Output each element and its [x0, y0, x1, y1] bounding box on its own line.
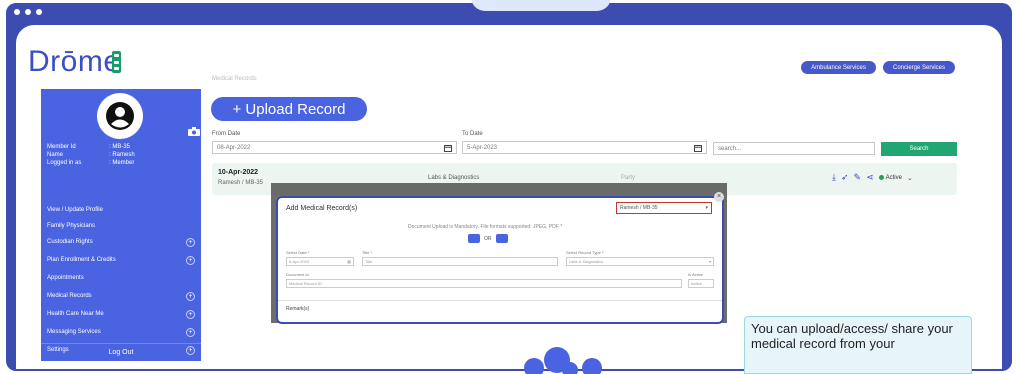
calendar-icon: ▦ — [347, 259, 351, 264]
calendar-icon[interactable] — [694, 144, 702, 152]
record-type-label: Select Record Type * — [566, 250, 604, 255]
record-date: 10-Apr-2022 — [218, 169, 259, 176]
plus-icon[interactable]: + — [186, 237, 195, 247]
doc-id-field[interactable]: Medical Record ID — [286, 279, 682, 288]
status-text: Active — [885, 174, 902, 181]
edit-icon[interactable]: ✎ — [854, 172, 862, 183]
top-tab-decoration — [471, 0, 611, 11]
sidebar-item-health-care[interactable]: Health Care Near Me + — [41, 305, 201, 323]
from-date-value: 08-Apr-2022 — [217, 144, 251, 151]
member-id-label: Member Id — [47, 144, 76, 150]
member-select-value: Ramesh / MB-35 — [620, 205, 658, 211]
search-button[interactable]: Search — [881, 142, 957, 156]
record-party: Party — [621, 175, 636, 181]
send-icon[interactable]: ➶ — [841, 172, 849, 183]
modal-title: Add Medical Record(s) — [286, 205, 358, 212]
title-field[interactable]: Title — [362, 257, 558, 266]
file-upload-button[interactable] — [495, 234, 508, 243]
record-date-value: 5-Apr-2023 — [289, 259, 310, 264]
plus-icon[interactable]: + — [186, 255, 195, 265]
sidebar-item-label: Health Care Near Me — [47, 311, 104, 317]
from-date-label: From Date — [212, 131, 241, 137]
search-input[interactable]: search... — [713, 142, 875, 155]
is-active-label: Is Active — [688, 272, 703, 277]
sidebar-item-plan[interactable]: Plan Enrollment & Credits + — [41, 251, 201, 269]
title-label: Title * — [362, 250, 373, 255]
doc-id-label: Document Id — [286, 272, 309, 277]
camera-icon[interactable] — [188, 127, 200, 136]
upload-note: Document Upload is Mandatory. File forma… — [408, 224, 563, 230]
from-date-field[interactable]: 08-Apr-2022 — [212, 141, 457, 154]
member-select[interactable]: Ramesh / MB-35 ▾ — [616, 202, 712, 214]
window-dot[interactable] — [36, 9, 42, 15]
sidebar-item-label: Custodian Rights — [47, 239, 93, 245]
help-tooltip: You can upload/access/ share your medica… — [744, 316, 972, 374]
sidebar-item-label: Appointments — [47, 275, 84, 281]
ambulance-services-button[interactable]: Ambulance Services — [801, 61, 876, 74]
upload-record-button[interactable]: + Upload Record — [211, 97, 367, 121]
sidebar-item-appointments[interactable]: Appointments — [41, 269, 201, 287]
sidebar-item-medical-records[interactable]: Medical Records + — [41, 287, 201, 305]
camera-upload-button[interactable] — [468, 234, 480, 243]
record-type: Labs & Diagnostics — [428, 175, 480, 181]
is-active-toggle[interactable]: Active — [688, 279, 714, 288]
chevron-down-icon[interactable]: ⌄ — [907, 174, 913, 182]
member-info: Member Id : MB-35 Name : Ramesh Logged in … — [47, 143, 135, 167]
close-icon[interactable]: × — [714, 192, 724, 202]
logged-in-label: Logged in as — [47, 160, 82, 166]
chevron-down-icon: ▾ — [708, 259, 711, 264]
plus-icon[interactable]: + — [186, 291, 195, 301]
upload-toggle: OR — [468, 234, 508, 243]
record-member: Ramesh / MB-35 — [218, 180, 264, 186]
sidebar-item-custodian[interactable]: Custodian Rights + — [41, 233, 201, 251]
window-controls — [14, 9, 42, 15]
breadcrumb: Medical Records — [212, 76, 257, 82]
share-icon[interactable]: ⋖ — [866, 172, 874, 183]
record-actions: ⤓ ➶ ✎ ⋖ Active ⌄ — [832, 172, 913, 183]
logo-badge-icon — [112, 51, 121, 73]
sidebar: Member Id : MB-35 Name : Ramesh Logged in … — [41, 89, 201, 361]
to-date-value: 5-Apr-2023 — [467, 144, 498, 151]
avatar[interactable] — [97, 93, 143, 139]
sidebar-item-label: Messaging Services — [47, 329, 101, 335]
date-label: Select Date * — [286, 250, 310, 255]
download-icon[interactable]: ⤓ — [832, 172, 836, 183]
doc-id-placeholder: Medical Record ID — [289, 281, 322, 286]
chevron-down-icon: ▾ — [705, 205, 708, 211]
record-type-select[interactable]: Labs & Diagnostics ▾ — [566, 257, 714, 266]
sidebar-item-label: Plan Enrollment & Credits — [47, 257, 116, 263]
record-type-value: Labs & Diagnostics — [569, 259, 604, 264]
record-date-field[interactable]: 5-Apr-2023 ▦ — [286, 257, 354, 266]
plus-icon[interactable]: + — [186, 309, 195, 319]
window-dot[interactable] — [25, 9, 31, 15]
remarks-label: Remark(s) — [286, 306, 310, 312]
name-label: Name — [47, 152, 64, 158]
status-dot-icon — [878, 175, 884, 180]
title-placeholder: Title — [365, 259, 373, 264]
calendar-icon[interactable] — [444, 144, 452, 152]
user-icon — [106, 102, 134, 130]
or-label: OR — [484, 235, 492, 242]
add-record-modal: Add Medical Record(s) Ramesh / MB-35 ▾ Do… — [276, 196, 724, 324]
to-date-field[interactable]: 5-Apr-2023 — [462, 141, 707, 154]
window-dot[interactable] — [14, 9, 20, 15]
sidebar-item-label: Family Physicians — [47, 223, 96, 229]
sidebar-item-label: View / Update Profile — [47, 207, 103, 213]
logout-button[interactable]: Log Out — [41, 343, 201, 361]
modal-divider — [278, 300, 722, 301]
member-id-value: : MB-35 — [109, 144, 131, 150]
to-date-label: To Date — [462, 131, 483, 137]
name-value: : Ramesh — [109, 152, 135, 158]
search-placeholder: search... — [718, 145, 742, 152]
sidebar-item-label: Medical Records — [47, 293, 92, 299]
logged-in-value: : Member — [109, 160, 135, 166]
sidebar-item-messaging[interactable]: Messaging Services + — [41, 323, 201, 341]
concierge-services-button[interactable]: Concierge Services — [883, 61, 955, 74]
app-logo[interactable]: Drōme — [28, 45, 121, 79]
chat-bubbles-icon — [524, 347, 602, 374]
plus-icon[interactable]: + — [186, 327, 195, 337]
is-active-value: Active — [691, 281, 702, 286]
status-badge: Active — [878, 174, 902, 181]
